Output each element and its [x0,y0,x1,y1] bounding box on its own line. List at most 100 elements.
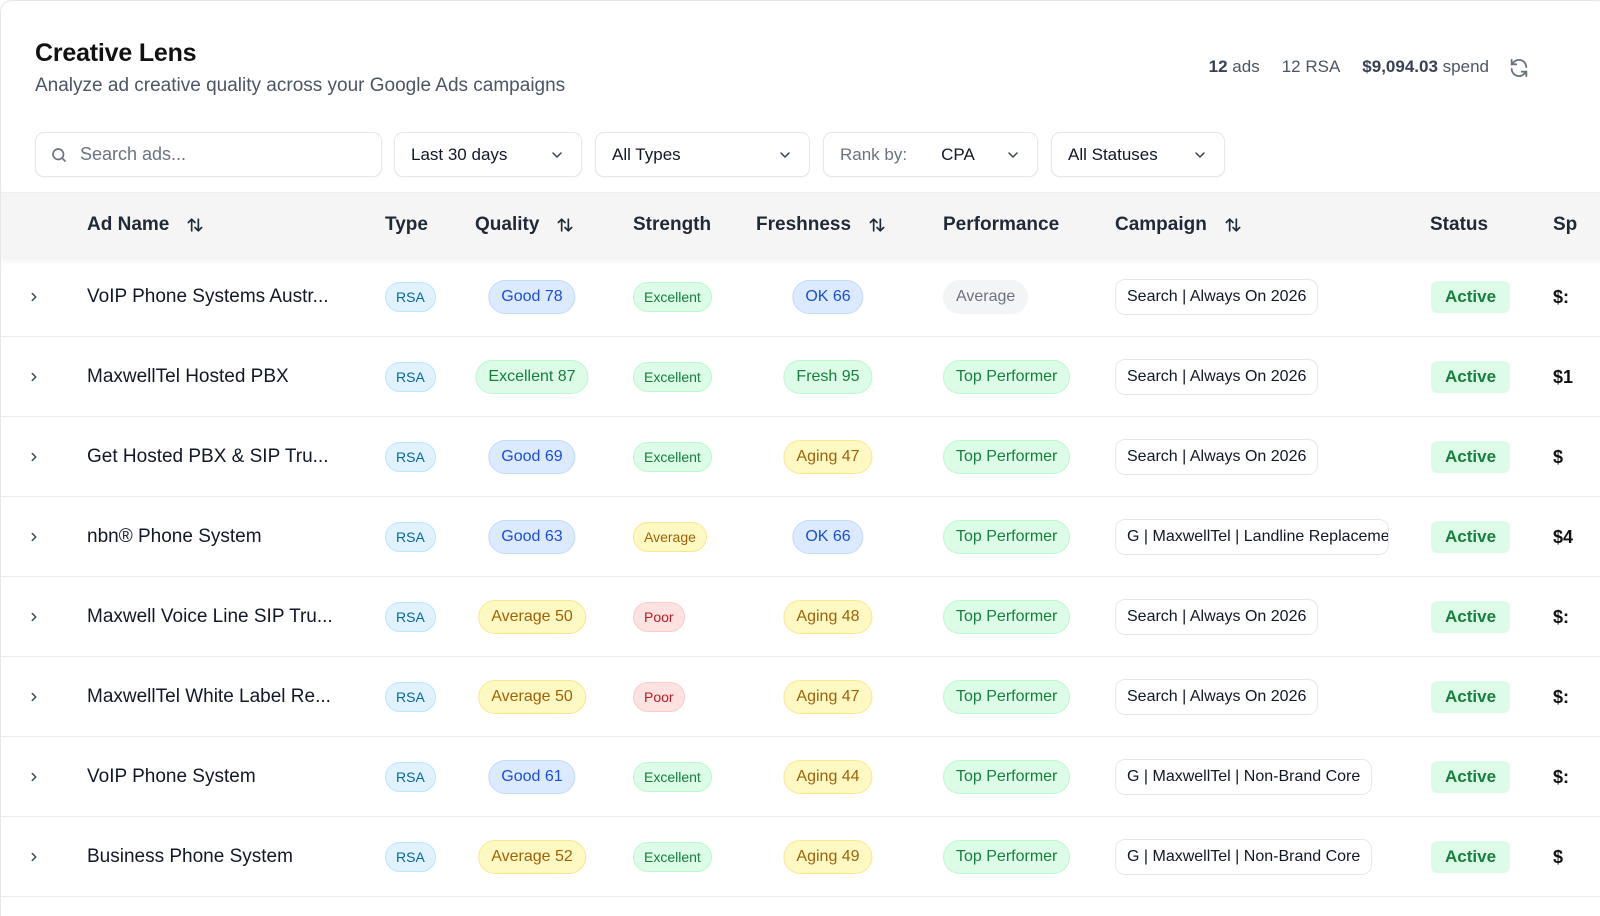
performance-badge: Top Performer [943,520,1071,554]
chevron-right-icon[interactable] [25,497,43,577]
type-badge: RSA [385,602,436,632]
search-icon [50,146,68,164]
spend-value: $: [1553,606,1570,627]
ad-name[interactable]: nbn® Phone System [87,497,262,577]
ad-name[interactable]: VoIP Phone Systems Austr... [87,257,329,337]
ad-name[interactable]: Maxwell Voice Line SIP Tru... [87,577,333,657]
freshness-badge: Aging 47 [783,440,873,474]
ad-name[interactable]: MaxwellTel Hosted PBX [87,337,289,417]
table-row[interactable]: MaxwellTel Hosted PBX RSA Excellent 87 E… [1,337,1600,417]
column-ad-name[interactable]: Ad Name [87,214,205,236]
performance-badge: Top Performer [943,760,1071,794]
column-performance: Performance [943,214,1060,235]
search-placeholder: Search ads... [80,144,187,164]
spend-stat: $9,094.03 spend [1362,57,1489,76]
column-freshness-label: Freshness [756,214,852,235]
status-badge: Active [1431,361,1511,393]
table-row[interactable]: Business Phone System RSA Average 52 Exc… [1,817,1600,897]
date-range-value: Last 30 days [411,144,508,164]
status-badge: Active [1431,601,1511,633]
ad-name[interactable]: MaxwellTel White Label Re... [87,657,331,737]
type-badge: RSA [385,842,436,872]
sort-icon[interactable] [555,215,575,235]
chevron-right-icon[interactable] [25,257,43,337]
type-badge: RSA [385,762,436,792]
strength-badge: Excellent [633,442,712,472]
chevron-right-icon[interactable] [25,657,43,737]
table-row[interactable]: nbn® Phone System RSA Good 63 Average OK… [1,497,1600,577]
performance-badge: Top Performer [943,840,1071,874]
strength-badge: Excellent [633,842,712,872]
spend-value: $4 [1553,526,1574,547]
ads-table-body: VoIP Phone Systems Austr... RSA Good 78 … [1,257,1600,897]
spend-value: $: [1553,686,1570,707]
summary-stats: 12 ads 12 RSA $9,094.03 spend [1209,57,1489,77]
spend-value: $: [1553,286,1570,307]
column-campaign[interactable]: Campaign [1115,214,1243,236]
status-badge: Active [1431,521,1511,553]
sort-icon[interactable] [867,215,887,235]
ad-name[interactable]: VoIP Phone System [87,737,256,817]
rank-by-select[interactable]: Rank by: CPA [823,132,1038,177]
ads-count-stat: 12 ads [1208,57,1260,76]
strength-badge: Excellent [633,282,712,312]
chevron-right-icon[interactable] [25,337,43,417]
strength-badge: Average [633,522,707,552]
sort-icon[interactable] [1223,215,1243,235]
strength-badge: Poor [633,602,685,632]
campaign-chip: Search | Always On 2026 [1115,359,1319,395]
freshness-badge: Aging 49 [783,840,873,874]
chevron-right-icon[interactable] [25,577,43,657]
quality-badge: Average 52 [478,840,586,874]
table-row[interactable]: VoIP Phone Systems Austr... RSA Good 78 … [1,257,1600,337]
ad-name[interactable]: Business Phone System [87,817,293,897]
performance-badge: Top Performer [943,680,1071,714]
performance-badge: Top Performer [943,440,1071,474]
rank-by-value: CPA [941,144,975,164]
campaign-chip: Search | Always On 2026 [1115,279,1319,315]
chevron-right-icon[interactable] [25,417,43,497]
refresh-icon[interactable] [1505,54,1533,82]
performance-badge: Average [943,280,1029,314]
type-badge: RSA [385,442,436,472]
status-badge: Active [1431,441,1511,473]
quality-badge: Good 63 [488,520,576,554]
sort-icon[interactable] [185,215,205,235]
chevron-right-icon[interactable] [25,737,43,817]
freshness-badge: OK 66 [792,520,864,554]
quality-badge: Average 50 [478,680,586,714]
spend-value: $ [1553,446,1564,467]
type-select[interactable]: All Types [595,132,810,177]
chevron-down-icon [777,147,793,163]
type-badge: RSA [385,362,436,392]
status-select[interactable]: All Statuses [1051,132,1225,177]
search-input[interactable]: Search ads... [35,132,382,177]
chevron-down-icon [1192,147,1208,163]
campaign-chip: Search | Always On 2026 [1115,439,1319,475]
table-row[interactable]: MaxwellTel White Label Re... RSA Average… [1,657,1600,737]
spend-value: $1 [1553,366,1574,387]
column-status: Status [1430,214,1489,235]
column-quality[interactable]: Quality [475,214,575,236]
table-row[interactable]: VoIP Phone System RSA Good 61 Excellent … [1,737,1600,817]
spend-value: $ [1553,846,1564,867]
campaign-chip: Search | Always On 2026 [1115,599,1319,635]
campaign-chip: Search | Always On 2026 [1115,679,1319,715]
chevron-right-icon[interactable] [25,817,43,897]
column-quality-label: Quality [475,214,540,235]
freshness-badge: OK 66 [792,280,864,314]
strength-badge: Poor [633,682,685,712]
table-row[interactable]: Maxwell Voice Line SIP Tru... RSA Averag… [1,577,1600,657]
quality-badge: Good 78 [488,280,576,314]
creative-lens-panel: Creative Lens Analyze ad creative qualit… [0,0,1600,916]
type-badge: RSA [385,282,436,312]
page-subtitle: Analyze ad creative quality across your … [35,75,566,96]
status-badge: Active [1431,841,1511,873]
date-range-select[interactable]: Last 30 days [394,132,582,177]
ad-name[interactable]: Get Hosted PBX & SIP Tru... [87,417,328,497]
spend-value: $: [1553,766,1570,787]
chevron-down-icon [1005,147,1021,163]
rsa-count-stat: 12 RSA [1281,57,1341,76]
column-freshness[interactable]: Freshness [756,214,887,236]
table-row[interactable]: Get Hosted PBX & SIP Tru... RSA Good 69 … [1,417,1600,497]
